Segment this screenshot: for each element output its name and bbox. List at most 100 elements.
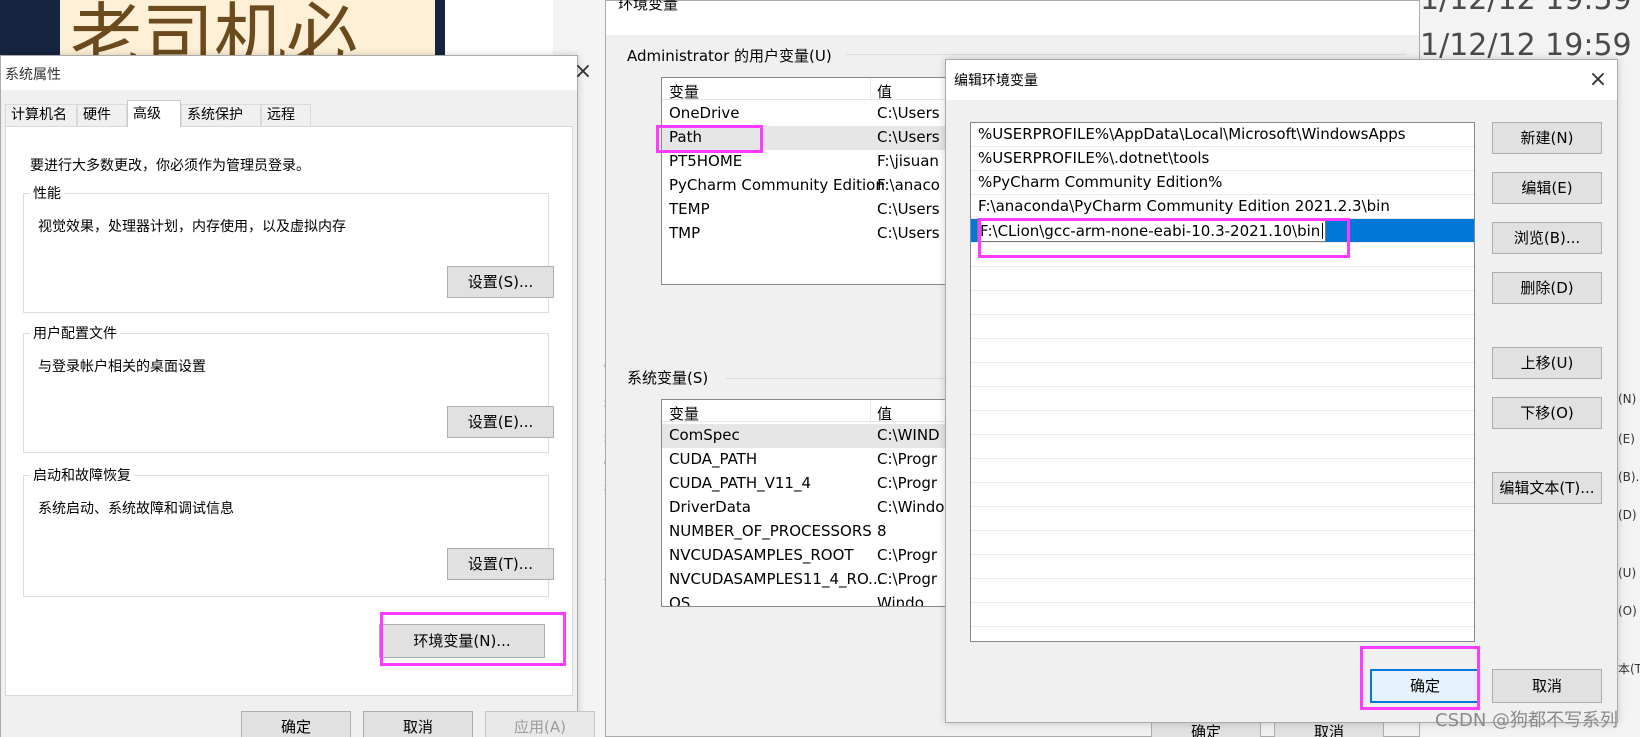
background-fragment: (B)... bbox=[1618, 470, 1640, 484]
startup-recovery-group: 启动和故障恢复 系统启动、系统故障和调试信息 设置(T)... bbox=[23, 465, 554, 597]
tab-hardware[interactable]: 硬件 bbox=[77, 104, 127, 126]
performance-settings-button[interactable]: 设置(S)... bbox=[447, 266, 554, 298]
list-item[interactable]: %PyCharm Community Edition% bbox=[971, 171, 1474, 195]
tab-remote[interactable]: 远程 bbox=[261, 104, 311, 126]
empty-list-row[interactable] bbox=[971, 579, 1474, 603]
variable-value: F:\anaco bbox=[877, 176, 940, 194]
empty-list-row[interactable] bbox=[971, 339, 1474, 363]
edit-text-button[interactable]: 编辑文本(T)... bbox=[1492, 472, 1602, 504]
column-header-variable[interactable]: 变量 bbox=[669, 81, 699, 102]
edit-button[interactable]: 编辑(E) bbox=[1492, 172, 1602, 204]
variable-value: C:\Users bbox=[877, 200, 940, 218]
variable-name: Path bbox=[669, 128, 702, 146]
table-row[interactable]: NVCUDASAMPLES_ROOT C:\Progr bbox=[662, 544, 990, 568]
path-entries-list[interactable]: %USERPROFILE%\AppData\Local\Microsoft\Wi… bbox=[970, 122, 1475, 642]
user-vars-list[interactable]: 变量 值 OneDrive C:\Users Path C:\Users PT5HOME… bbox=[661, 77, 991, 285]
variable-value: C:\Windo bbox=[877, 498, 945, 516]
empty-list-row[interactable] bbox=[971, 387, 1474, 411]
empty-list-row[interactable] bbox=[971, 603, 1474, 627]
startup-recovery-settings-button[interactable]: 设置(T)... bbox=[447, 548, 554, 580]
user-profiles-settings-button[interactable]: 设置(E)... bbox=[447, 406, 554, 438]
table-row[interactable]: DriverData C:\Windo bbox=[662, 496, 990, 520]
variable-name: NUMBER_OF_PROCESSORS bbox=[669, 522, 872, 540]
close-icon[interactable]: × bbox=[571, 60, 595, 84]
cancel-button[interactable]: 取消 bbox=[1492, 669, 1602, 703]
user-profiles-group: 用户配置文件 与登录帐户相关的桌面设置 设置(E)... bbox=[23, 323, 554, 453]
variable-value: C:\WIND bbox=[877, 426, 940, 444]
background-fragment: (U) bbox=[1618, 566, 1637, 580]
dialog-title: 环境变量 bbox=[618, 0, 679, 13]
move-down-button[interactable]: 下移(O) bbox=[1492, 397, 1602, 429]
variable-value: C:\Progr bbox=[877, 570, 938, 588]
browse-button[interactable]: 浏览(B)... bbox=[1492, 222, 1602, 254]
variable-name: CUDA_PATH bbox=[669, 450, 758, 468]
background-fragment: (D) bbox=[1618, 508, 1637, 522]
variable-name: DriverData bbox=[669, 498, 751, 516]
list-item[interactable]: F:\anaconda\PyCharm Community Edition 20… bbox=[971, 195, 1474, 219]
empty-list-row[interactable] bbox=[971, 267, 1474, 291]
tab-system-protection[interactable]: 系统保护 bbox=[181, 104, 261, 126]
tab-computer-name[interactable]: 计算机名 bbox=[5, 104, 77, 126]
cancel-button[interactable]: 取消 bbox=[363, 711, 473, 737]
apply-button[interactable]: 应用(A) bbox=[485, 711, 595, 737]
column-separator bbox=[870, 400, 871, 422]
environment-variables-button[interactable]: 环境变量(N)... bbox=[379, 624, 545, 658]
empty-list-row[interactable] bbox=[971, 555, 1474, 579]
new-button[interactable]: 新建(N) bbox=[1492, 122, 1602, 154]
list-item[interactable]: %USERPROFILE%\AppData\Local\Microsoft\Wi… bbox=[971, 123, 1474, 147]
list-item[interactable]: F:\CLion\gcc-arm-none-eabi-10.3-2021.10\… bbox=[971, 219, 1474, 243]
ok-button[interactable]: 确定 bbox=[1370, 669, 1480, 703]
table-row[interactable]: Path C:\Users bbox=[662, 126, 990, 150]
variable-value: C:\Users bbox=[877, 128, 940, 146]
path-entry-text: %USERPROFILE%\AppData\Local\Microsoft\Wi… bbox=[978, 125, 1406, 143]
tab-advanced[interactable]: 高级 bbox=[127, 100, 181, 127]
watermark: CSDN @狗都不写系列 bbox=[1435, 710, 1619, 731]
empty-list-row[interactable] bbox=[971, 411, 1474, 435]
table-row[interactable]: CUDA_PATH C:\Progr bbox=[662, 448, 990, 472]
variable-value: C:\Users bbox=[877, 104, 940, 122]
variable-name: TEMP bbox=[669, 200, 710, 218]
move-up-button[interactable]: 上移(U) bbox=[1492, 347, 1602, 379]
ok-button[interactable]: 确定 bbox=[241, 711, 351, 737]
system-properties-dialog: 系统属性 × 计算机名 硬件 高级 系统保护 远程 要进行大多数更改，你必须作为… bbox=[0, 55, 595, 737]
group-title: 用户配置文件 bbox=[30, 323, 120, 343]
empty-list-row[interactable] bbox=[971, 315, 1474, 339]
titlebar: 编辑环境变量 × bbox=[946, 60, 1617, 100]
table-row[interactable]: OS Windo bbox=[662, 592, 990, 606]
text-caret bbox=[1322, 223, 1324, 239]
empty-list-row[interactable] bbox=[971, 243, 1474, 267]
table-row[interactable]: TMP C:\Users bbox=[662, 222, 990, 246]
variable-name: NVCUDASAMPLES_ROOT bbox=[669, 546, 854, 564]
table-row[interactable]: TEMP C:\Users bbox=[662, 198, 990, 222]
column-header-variable[interactable]: 变量 bbox=[669, 403, 699, 424]
system-vars-list[interactable]: 变量 值 ComSpec C:\WIND CUDA_PATH C:\Progr CUDA… bbox=[661, 399, 991, 607]
list-item[interactable]: %USERPROFILE%\.dotnet\tools bbox=[971, 147, 1474, 171]
close-icon[interactable]: × bbox=[1586, 68, 1610, 92]
table-row[interactable]: PyCharm Community Edition F:\anaco bbox=[662, 174, 990, 198]
path-entry-input[interactable]: F:\CLion\gcc-arm-none-eabi-10.3-2021.10\… bbox=[977, 220, 1327, 242]
table-row[interactable]: NVCUDASAMPLES11_4_RO... C:\Progr bbox=[662, 568, 990, 592]
group-title: 启动和故障恢复 bbox=[30, 465, 134, 485]
empty-list-row[interactable] bbox=[971, 531, 1474, 555]
empty-list-row[interactable] bbox=[971, 435, 1474, 459]
empty-list-row[interactable] bbox=[971, 483, 1474, 507]
empty-list-row[interactable] bbox=[971, 363, 1474, 387]
column-header-value[interactable]: 值 bbox=[877, 403, 892, 424]
table-row[interactable]: ComSpec C:\WIND bbox=[662, 424, 990, 448]
empty-list-row[interactable] bbox=[971, 459, 1474, 483]
titlebar: 系统属性 × bbox=[1, 56, 592, 90]
variable-value: F:\jisuan bbox=[877, 152, 939, 170]
table-row[interactable]: CUDA_PATH_V11_4 C:\Progr bbox=[662, 472, 990, 496]
empty-list-row[interactable] bbox=[971, 507, 1474, 531]
path-entry-text: F:\anaconda\PyCharm Community Edition 20… bbox=[978, 197, 1390, 215]
table-row[interactable]: NUMBER_OF_PROCESSORS 8 bbox=[662, 520, 990, 544]
table-row[interactable]: PT5HOME F:\jisuan bbox=[662, 150, 990, 174]
variable-name: PT5HOME bbox=[669, 152, 743, 170]
variable-name: CUDA_PATH_V11_4 bbox=[669, 474, 812, 492]
empty-list-row[interactable] bbox=[971, 291, 1474, 315]
path-entry-text: %PyCharm Community Edition% bbox=[978, 173, 1223, 191]
column-header-value[interactable]: 值 bbox=[877, 81, 892, 102]
table-row[interactable]: OneDrive C:\Users bbox=[662, 102, 990, 126]
delete-button[interactable]: 删除(D) bbox=[1492, 272, 1602, 304]
background-timestamp: 1/12/12 19:59 bbox=[1420, 28, 1632, 63]
